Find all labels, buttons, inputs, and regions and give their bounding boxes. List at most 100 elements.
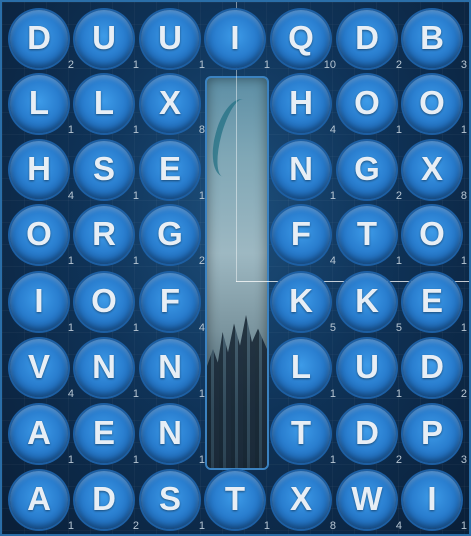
tile-letter: S [92,150,115,188]
tile-letter: O [91,282,117,320]
tile-letter: V [27,348,50,386]
tile-letter: L [28,84,50,122]
tile-score: 4 [395,520,402,532]
letter-tile[interactable]: L1 [272,339,336,400]
letter-tile[interactable]: N1 [272,141,336,202]
tile-score: 2 [132,520,139,532]
letter-tile[interactable]: G2 [141,206,205,267]
tile-letter: I [427,480,437,518]
letter-tile[interactable]: S1 [75,141,139,202]
letter-tile[interactable]: U1 [141,10,205,71]
letter-tile[interactable]: K5 [272,273,336,334]
letter-tile[interactable]: N1 [141,405,205,466]
letter-tile[interactable]: F4 [272,206,336,267]
tile-score: 1 [263,520,270,532]
tile-letter: O [419,215,445,253]
letter-tile[interactable]: P3 [403,405,467,466]
letter-tile[interactable]: O1 [403,206,467,267]
tile-letter: U [158,19,182,57]
letter-tile[interactable]: H4 [10,141,74,202]
letter-tile[interactable]: I1 [206,10,270,71]
tile-letter: T [356,215,378,253]
letter-tile[interactable]: E1 [403,273,467,334]
tile-score: 1 [132,255,139,267]
letter-tile[interactable]: R1 [75,206,139,267]
tile-score: 1 [263,59,270,71]
tile-letter: U [355,348,379,386]
letter-tile[interactable]: O1 [10,206,74,267]
letter-tile[interactable]: T1 [272,405,336,466]
letter-tile[interactable]: K5 [338,273,402,334]
tile-score: 2 [395,190,402,202]
letter-tile[interactable]: H4 [272,75,336,136]
tile-letter: E [420,282,443,320]
letter-tile[interactable]: B3 [403,10,467,71]
tile-score: 1 [395,255,402,267]
letter-tile[interactable]: U1 [338,339,402,400]
letter-tile[interactable]: V4 [10,339,74,400]
tile-letter: I [34,282,44,320]
tile-score: 5 [395,322,402,334]
letter-tile[interactable]: D2 [403,339,467,400]
tile-letter: D [355,414,379,452]
letter-tile[interactable]: G2 [338,141,402,202]
tile-letter: E [92,414,115,452]
letter-tile[interactable]: L1 [10,75,74,136]
tile-score: 1 [67,322,74,334]
tile-letter: A [27,414,51,452]
letter-tile[interactable]: U1 [75,10,139,71]
tile-score: 2 [395,59,402,71]
letter-tile[interactable]: T1 [338,206,402,267]
letter-tile[interactable]: A1 [10,405,74,466]
tile-score: 1 [67,124,74,136]
letter-tile[interactable]: O1 [403,75,467,136]
city-image [207,315,267,468]
letter-tile[interactable]: O1 [338,75,402,136]
tile-letter: K [289,282,313,320]
letter-tile[interactable]: E1 [75,405,139,466]
tile-score: 2 [198,255,205,267]
letter-tile[interactable]: W4 [338,471,402,532]
letter-tile[interactable]: I1 [403,471,467,532]
tile-score: 8 [329,520,336,532]
tile-score: 1 [132,388,139,400]
tile-letter: N [158,414,182,452]
letter-tile[interactable]: D2 [10,10,74,71]
tile-score: 1 [329,190,336,202]
letter-tile[interactable]: X8 [141,75,205,136]
tile-letter: O [419,84,445,122]
tile-score: 1 [460,322,467,334]
letter-tile[interactable]: T1 [206,471,270,532]
tile-letter: H [27,150,51,188]
letter-tile[interactable]: F4 [141,273,205,334]
tile-score: 3 [460,59,467,71]
letter-tile[interactable]: D2 [75,471,139,532]
tile-letter: W [351,480,383,518]
letter-tile[interactable]: Q 10 [272,10,336,71]
letter-tile[interactable]: D2 [338,405,402,466]
tile-letter: N [92,348,116,386]
letter-tile[interactable]: N1 [75,339,139,400]
letter-tile[interactable]: N1 [141,339,205,400]
letter-tile[interactable]: S1 [141,471,205,532]
tile-score: 1 [460,124,467,136]
tile-letter: X [289,480,312,518]
tile-letter: I [230,19,240,57]
letter-tile[interactable]: I1 [10,273,74,334]
tile-score: 1 [395,124,402,136]
letter-tile[interactable]: E1 [141,141,205,202]
tile-letter: K [355,282,379,320]
tile-letter: G [354,150,380,188]
tile-score: 1 [132,190,139,202]
letter-tile[interactable]: A1 [10,471,74,532]
tile-score: 1 [132,454,139,466]
letter-tile[interactable]: X8 [403,141,467,202]
letter-tile[interactable]: X8 [272,471,336,532]
letter-tile[interactable]: D2 [338,10,402,71]
tile-score: 1 [132,59,139,71]
tile-score: 8 [198,124,205,136]
tile-letter: O [354,84,380,122]
tile-letter: N [158,348,182,386]
letter-tile[interactable]: L1 [75,75,139,136]
letter-tile[interactable]: O1 [75,273,139,334]
